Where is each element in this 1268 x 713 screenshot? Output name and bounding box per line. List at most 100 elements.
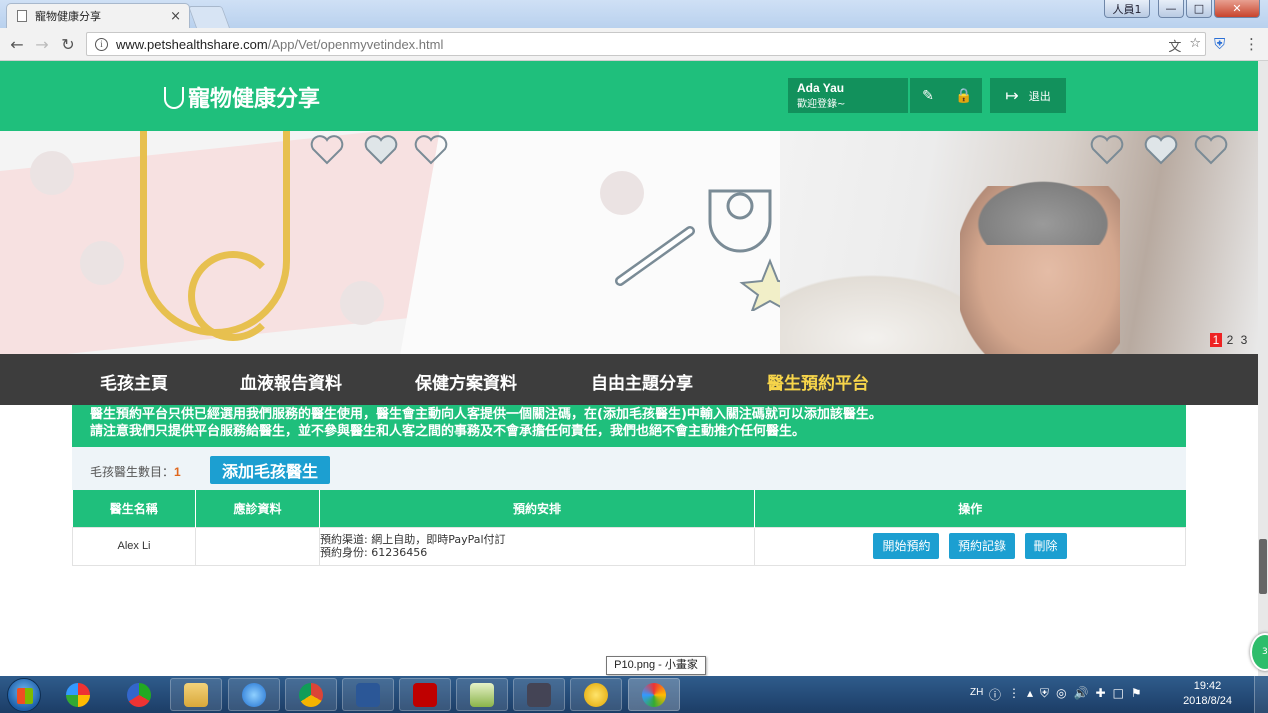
minimize-icon[interactable]: —	[1158, 0, 1184, 18]
clinic-info-cell	[195, 526, 320, 566]
word-icon	[356, 682, 380, 707]
shield-icon[interactable]: ⛨	[1040, 686, 1049, 703]
taskbar-app-chrome[interactable]	[285, 678, 337, 711]
taskbar-app-paint[interactable]	[628, 678, 680, 711]
window-controls: 人員1 — □ ✕	[1104, 0, 1260, 18]
vet-table: 醫生名稱 應診資料 預約安排 操作 Alex Li 預約渠道: 網上自助，即時P…	[72, 490, 1186, 566]
back-icon[interactable]: ←	[8, 35, 26, 54]
taskbar-app-notepad[interactable]	[456, 678, 508, 711]
heart-decoration	[1194, 135, 1228, 165]
maximize-icon[interactable]: □	[1186, 0, 1212, 18]
actions-cell: 開始預約 預約記錄 刪除	[754, 526, 1186, 566]
profile-button[interactable]: 人員1	[1104, 0, 1150, 18]
site-logo[interactable]: 寵物健康分享	[164, 81, 320, 113]
show-desktop-button[interactable]	[1254, 676, 1268, 713]
banner-page-2[interactable]: 2	[1224, 333, 1236, 347]
tab-close-icon[interactable]: ×	[170, 9, 181, 24]
clock-time: 19:42	[1193, 680, 1222, 692]
taskbar-app-yellow[interactable]	[570, 678, 622, 711]
taskbar-app-explorer[interactable]	[170, 678, 222, 711]
heart-decoration	[310, 135, 344, 165]
lock-gear-icon: 🔒	[955, 87, 973, 104]
booking-history-button[interactable]: 預約記錄	[948, 533, 1015, 559]
show-hidden-icon[interactable]: ▴	[1027, 686, 1033, 703]
bookmark-star-icon[interactable]: ☆	[1189, 36, 1201, 55]
windows-taskbar: ZH ⓘ ⋮ ▴ ⛨ ◎ 🔊 ✚ □ ⚑ 19:42 2018/8/24	[0, 676, 1268, 713]
logo-text: 寵物健康分享	[188, 87, 321, 112]
translate-icon[interactable]: 文	[1168, 36, 1181, 55]
booking-identity: 預約身份: 61236456	[320, 546, 428, 559]
trophy-bone-illustration	[615, 189, 800, 311]
nav-item-free-topic[interactable]: 自由主題分享	[591, 369, 693, 394]
heart-decoration	[414, 135, 448, 165]
taskbar-app-ie[interactable]	[228, 678, 280, 711]
column-header-vet-name: 醫生名稱	[72, 490, 196, 527]
start-booking-button[interactable]: 開始預約	[873, 533, 940, 559]
close-window-icon[interactable]: ✕	[1214, 0, 1260, 18]
start-button[interactable]	[7, 678, 41, 712]
lock-settings-button[interactable]: 🔒	[946, 78, 982, 113]
url-bar[interactable]: i www.petshealthshare.com/App/Vet/openmy…	[86, 32, 1206, 56]
taskbar-app-filezilla[interactable]	[399, 678, 451, 711]
picasa-icon	[66, 682, 90, 707]
nav-item-vet-booking[interactable]: 醫生預約平台	[767, 369, 869, 394]
filezilla-icon	[413, 682, 437, 707]
column-header-schedule: 預約安排	[319, 490, 755, 527]
exit-icon: ↦	[1005, 86, 1019, 105]
user-info: Ada Yau 歡迎登錄~	[788, 78, 908, 113]
extension-shield-icon[interactable]: ⛨	[1214, 35, 1225, 53]
welcome-text: 歡迎登錄~	[797, 99, 846, 110]
system-clock[interactable]: 19:42 2018/8/24	[1183, 679, 1232, 709]
notice-line-2: 請注意我們只提供平台服務給醫生，並不參與醫生和人客之間的事務及不會承擔任何責任，…	[90, 424, 806, 439]
internet-explorer-icon	[242, 682, 266, 707]
paw-print-decoration	[340, 281, 384, 325]
system-tray: ZH ⓘ ⋮ ▴ ⛨ ◎ 🔊 ✚ □ ⚑ 19:42 2018/8/24	[965, 676, 1268, 713]
vet-booking-content: 醫生預約平台只供已經選用我們服務的醫生使用，醫生會主動向人客提供一個關注碼，在(…	[72, 405, 1186, 676]
taskbar-app-word[interactable]	[342, 678, 394, 711]
forward-icon[interactable]: →	[33, 35, 51, 54]
stethoscope-icon	[164, 87, 184, 109]
device-icon[interactable]: □	[1113, 686, 1124, 703]
help-icon[interactable]: ⓘ	[989, 686, 1001, 703]
nav-item-pet-home[interactable]: 毛孩主頁	[100, 369, 168, 394]
site-info-icon[interactable]: i	[95, 37, 108, 51]
taskbar-app-picasa[interactable]	[52, 678, 104, 711]
add-vet-button[interactable]: 添加毛孩醫生	[210, 456, 330, 484]
table-row: Alex Li 預約渠道: 網上自助，即時PayPal付訂 預約身份: 6123…	[72, 526, 1186, 566]
nav-item-health-plan[interactable]: 保健方案資料	[415, 369, 517, 394]
menu-kebab-icon[interactable]: ⋮	[1244, 35, 1259, 53]
volume-icon[interactable]: 🔊	[1074, 686, 1089, 703]
notice-box: 醫生預約平台只供已經選用我們服務的醫生使用，醫生會主動向人客提供一個關注碼，在(…	[72, 405, 1186, 447]
ime-icon[interactable]: ⋮	[1008, 686, 1020, 703]
browser-tab[interactable]: 寵物健康分享 ×	[6, 3, 190, 28]
disk-icon	[527, 682, 551, 707]
network-icon[interactable]: ◎	[1056, 686, 1066, 703]
plus-badge-icon[interactable]: ✚	[1096, 686, 1106, 703]
page-icon	[17, 10, 27, 22]
stethoscope-illustration	[188, 251, 278, 341]
edit-profile-button[interactable]: ✎	[910, 78, 946, 113]
hero-banner: 1 2 3	[0, 131, 1258, 354]
banner-page-1[interactable]: 1	[1210, 333, 1222, 347]
new-tab-button[interactable]	[187, 6, 231, 28]
taskbar-app-colorful[interactable]	[113, 678, 165, 711]
taskbar-tooltip: P10.png - 小畫家	[606, 656, 706, 675]
edit-icon: ✎	[922, 87, 934, 104]
reload-icon[interactable]: ↻	[59, 35, 77, 54]
taskbar-app-disk[interactable]	[513, 678, 565, 711]
scrollbar-thumb[interactable]	[1259, 539, 1267, 594]
page-scrollbar[interactable]	[1258, 61, 1268, 676]
main-navigation: 毛孩主頁 血液報告資料 保健方案資料 自由主題分享 醫生預約平台	[0, 354, 1258, 405]
address-toolbar: ← → ↻ i www.petshealthshare.com/App/Vet/…	[0, 28, 1268, 61]
nav-item-blood-report[interactable]: 血液報告資料	[240, 369, 342, 394]
table-header-row: 醫生名稱 應診資料 預約安排 操作	[72, 490, 1186, 527]
site-header: 寵物健康分享 Ada Yau 歡迎登錄~ ✎ 🔒 ↦ 退出	[0, 61, 1258, 131]
banner-page-3[interactable]: 3	[1238, 333, 1250, 347]
delete-vet-button[interactable]: 刪除	[1024, 533, 1067, 559]
paw-print-decoration	[30, 151, 74, 195]
web-page: 寵物健康分享 Ada Yau 歡迎登錄~ ✎ 🔒 ↦ 退出 1 2 3 毛孩主頁…	[0, 61, 1258, 676]
flag-icon[interactable]: ⚑	[1131, 686, 1142, 703]
input-language[interactable]: ZH	[970, 687, 983, 698]
logout-button[interactable]: ↦ 退出	[990, 78, 1066, 113]
tab-title: 寵物健康分享	[35, 10, 101, 23]
